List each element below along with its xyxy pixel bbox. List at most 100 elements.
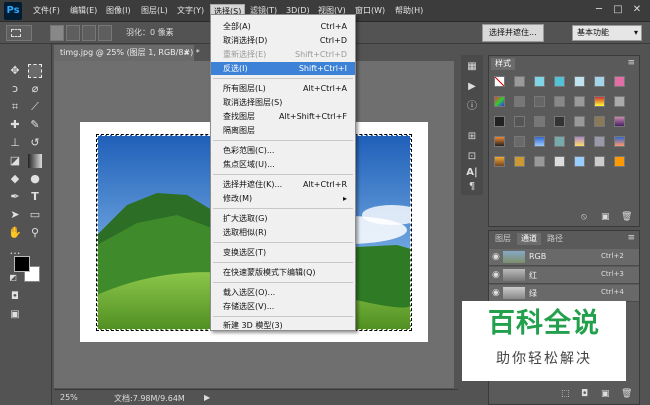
- eyedropper-tool-icon[interactable]: ⟋: [28, 100, 42, 114]
- style-swatch[interactable]: [574, 136, 585, 147]
- style-swatch[interactable]: [614, 156, 625, 167]
- paragraph-icon[interactable]: ¶: [466, 181, 478, 193]
- info-icon[interactable]: ⓘ: [466, 101, 478, 113]
- menu-item-load-selection[interactable]: 载入选区(O)...: [211, 286, 355, 299]
- quick-select-tool-icon[interactable]: ⌀: [28, 82, 42, 96]
- tab-paths[interactable]: 路径: [543, 233, 567, 245]
- menu-item-save-selection[interactable]: 存储选区(V)...: [211, 300, 355, 313]
- clear-style-icon[interactable]: ⦸: [581, 212, 587, 222]
- visibility-eye-icon[interactable]: ◉: [492, 288, 500, 298]
- save-selection-channel-icon[interactable]: ◘: [581, 389, 588, 399]
- style-swatch[interactable]: [554, 136, 565, 147]
- style-swatch[interactable]: [514, 156, 525, 167]
- stamp-tool-icon[interactable]: ⊥: [8, 136, 22, 150]
- menu-item-inverse[interactable]: 反选(I) Shift+Ctrl+I: [211, 62, 355, 75]
- menu-item-deselect[interactable]: 取消选择(D) Ctrl+D: [211, 34, 355, 47]
- style-swatch[interactable]: [594, 76, 605, 87]
- lasso-tool-icon[interactable]: ↄ: [8, 82, 22, 96]
- quick-mask-icon[interactable]: ◘: [8, 290, 22, 304]
- close-icon[interactable]: ✕: [630, 3, 644, 17]
- menu-item-all-layers[interactable]: 所有图层(L) Alt+Ctrl+A: [211, 82, 355, 95]
- tab-channels[interactable]: 通道: [517, 233, 541, 245]
- style-swatch[interactable]: [594, 156, 605, 167]
- delete-style-icon[interactable]: 🗑: [621, 212, 632, 222]
- channel-row[interactable]: ◉ 绿 Ctrl+4: [489, 285, 639, 302]
- zoom-tool-icon[interactable]: ⚲: [28, 226, 42, 240]
- eraser-tool-icon[interactable]: ◪: [8, 154, 22, 168]
- style-swatch[interactable]: [534, 116, 545, 127]
- healing-tool-icon[interactable]: ✚: [8, 118, 22, 132]
- style-swatch[interactable]: [514, 96, 525, 107]
- crop-tool-icon[interactable]: ⌗: [8, 100, 22, 114]
- style-swatch[interactable]: [494, 96, 505, 107]
- style-swatch[interactable]: [554, 76, 565, 87]
- hand-tool-icon[interactable]: ✋: [8, 226, 22, 240]
- blur-tool-icon[interactable]: ◆: [8, 172, 22, 186]
- add-selection-icon[interactable]: [66, 25, 80, 41]
- paragraph-style-icon[interactable]: ⊞: [466, 131, 478, 143]
- tab-close-icon[interactable]: ×: [183, 45, 190, 61]
- channel-row[interactable]: ◉ 红 Ctrl+3: [489, 267, 639, 284]
- menu-item-quick-mask[interactable]: 在快速蒙版模式下编辑(Q): [211, 266, 355, 279]
- menu-item-transform-selection[interactable]: 变换选区(T): [211, 246, 355, 259]
- panel-menu-icon[interactable]: ≡: [627, 58, 635, 68]
- delete-channel-icon[interactable]: 🗑: [621, 389, 632, 399]
- menu-item-modify[interactable]: 修改(M) ▸: [211, 192, 355, 205]
- style-swatch[interactable]: [594, 96, 605, 107]
- menu-item-select-all[interactable]: 全部(A) Ctrl+A: [211, 20, 355, 33]
- menu-item-grow[interactable]: 扩大选取(G): [211, 212, 355, 225]
- style-swatch[interactable]: [494, 136, 505, 147]
- intersect-selection-icon[interactable]: [98, 25, 112, 41]
- new-style-icon[interactable]: ▣: [601, 212, 610, 222]
- visibility-eye-icon[interactable]: ◉: [492, 252, 500, 262]
- workspace-select[interactable]: 基本功能 ▾: [572, 25, 642, 41]
- style-swatch[interactable]: [554, 96, 565, 107]
- style-swatch[interactable]: [574, 96, 585, 107]
- new-selection-icon[interactable]: [50, 25, 64, 41]
- style-swatch[interactable]: [494, 116, 505, 127]
- menu-file[interactable]: 文件(F): [33, 4, 60, 18]
- style-swatch[interactable]: [494, 156, 505, 167]
- visibility-eye-icon[interactable]: ◉: [492, 270, 500, 280]
- clone-source-icon[interactable]: ⊡: [466, 151, 478, 163]
- menu-item-select-and-mask[interactable]: 选择并遮住(K)... Alt+Ctrl+R: [211, 178, 355, 191]
- status-arrow-icon[interactable]: ▶: [204, 393, 210, 402]
- menu-item-new-3d-model[interactable]: 新建 3D 模型(3): [211, 319, 355, 332]
- channel-row[interactable]: ◉ RGB Ctrl+2: [489, 249, 639, 266]
- tool-preset-picker[interactable]: [6, 25, 32, 41]
- menu-item-similar[interactable]: 选取相似(R): [211, 226, 355, 239]
- brush-tool-icon[interactable]: ✎: [28, 118, 42, 132]
- screen-mode-icon[interactable]: ▣: [8, 308, 22, 322]
- default-colors-icon[interactable]: ◩: [9, 274, 17, 282]
- histogram-icon[interactable]: ▦: [466, 61, 478, 73]
- style-swatch[interactable]: [614, 136, 625, 147]
- menu-type[interactable]: 文字(Y): [177, 4, 204, 18]
- document-tab[interactable]: timg.jpg @ 25% (图层 1, RGB/8#) * ×: [54, 45, 200, 61]
- style-swatch[interactable]: [574, 76, 585, 87]
- style-swatch[interactable]: [554, 156, 565, 167]
- style-swatch[interactable]: [534, 96, 545, 107]
- play-action-icon[interactable]: ▶: [466, 81, 478, 93]
- maximize-icon[interactable]: □: [611, 3, 625, 17]
- menu-item-isolate-layers[interactable]: 隔离图层: [211, 124, 355, 137]
- style-swatch[interactable]: [494, 76, 505, 87]
- style-swatch[interactable]: [514, 76, 525, 87]
- style-swatch[interactable]: [614, 76, 625, 87]
- character-icon[interactable]: A|: [466, 167, 478, 179]
- load-channel-selection-icon[interactable]: ⬚: [561, 389, 570, 399]
- style-swatch[interactable]: [534, 156, 545, 167]
- zoom-level[interactable]: 25%: [60, 393, 78, 402]
- menu-image[interactable]: 图像(I): [106, 4, 131, 18]
- minimize-icon[interactable]: ─: [592, 3, 606, 17]
- dodge-tool-icon[interactable]: ●: [28, 172, 42, 186]
- marquee-tool-icon[interactable]: [28, 64, 42, 78]
- tab-layers[interactable]: 图层: [491, 233, 515, 245]
- path-select-tool-icon[interactable]: ➤: [8, 208, 22, 222]
- menu-item-reselect[interactable]: 重新选择(E) Shift+Ctrl+D: [211, 48, 355, 61]
- new-channel-icon[interactable]: ▣: [601, 389, 610, 399]
- panel-menu-icon[interactable]: ≡: [627, 233, 635, 243]
- style-swatch[interactable]: [514, 136, 525, 147]
- pen-tool-icon[interactable]: ✒: [8, 190, 22, 204]
- tab-styles[interactable]: 样式: [491, 58, 515, 70]
- style-swatch[interactable]: [594, 116, 605, 127]
